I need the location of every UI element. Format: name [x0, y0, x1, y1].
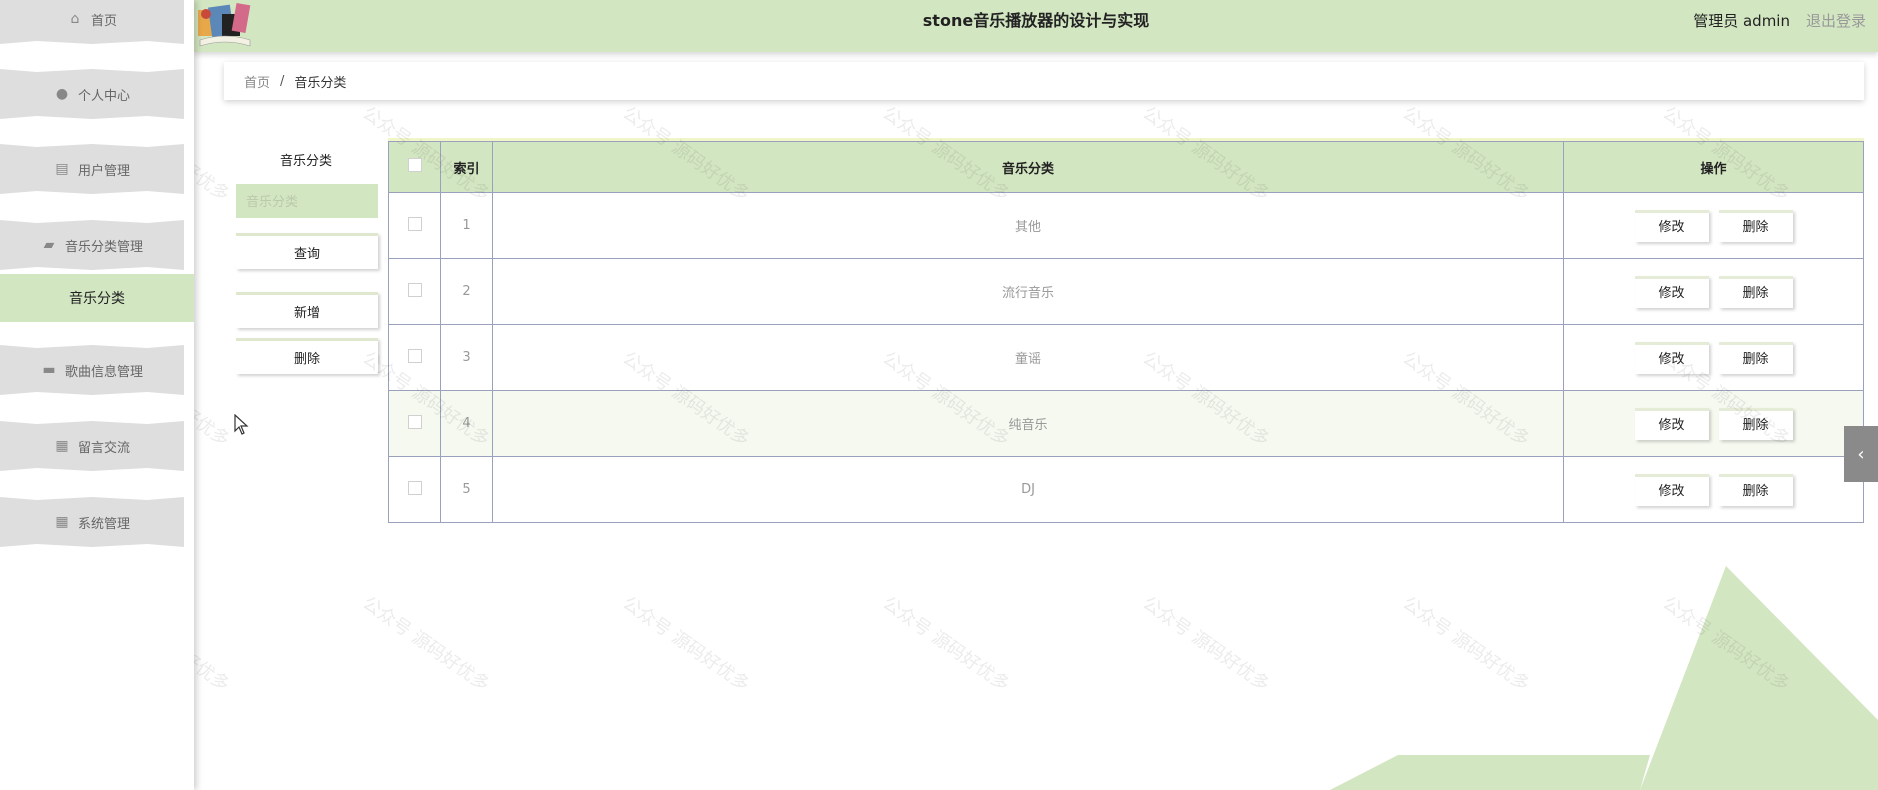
home-icon: ⌂ — [70, 11, 80, 27]
sidebar-item-label: 音乐分类管理 — [64, 239, 143, 255]
row-index: 1 — [440, 192, 493, 259]
table-row: 3 童谣 修改 删除 — [388, 324, 1864, 391]
edit-button[interactable]: 修改 — [1634, 473, 1709, 506]
row-select-cell — [388, 324, 441, 391]
row-actions: 修改 删除 — [1563, 324, 1864, 391]
sidebar-subitem-label: 音乐分类 — [69, 291, 125, 307]
row-select-cell — [388, 390, 441, 457]
row-checkbox[interactable] — [407, 414, 422, 429]
current-user: 管理员 admin — [1693, 12, 1790, 30]
sidebar-item-label: 系统管理 — [77, 516, 130, 532]
sidebar-item-user-management[interactable]: ▤ 用户管理 — [0, 144, 184, 194]
select-all-checkbox[interactable] — [407, 158, 422, 172]
delete-button[interactable]: 删除 — [1718, 473, 1793, 506]
row-actions: 修改 删除 — [1563, 258, 1864, 325]
batch-delete-button[interactable]: 删除 — [236, 338, 378, 374]
add-button[interactable]: 新增 — [236, 292, 378, 328]
sidebar-subitem-music-category[interactable]: 音乐分类 — [0, 274, 194, 322]
sidebar-item-music-category-management[interactable]: ▰ 音乐分类管理 — [0, 220, 184, 270]
table-row: 1 其他 修改 删除 — [388, 192, 1864, 259]
sidebar-item-message-board[interactable]: ▦ 留言交流 — [0, 421, 184, 471]
row-checkbox[interactable] — [407, 480, 422, 495]
breadcrumb-home[interactable]: 首页 — [244, 72, 270, 91]
grid-icon: ▦ — [55, 438, 69, 454]
category-search-input[interactable] — [236, 184, 378, 218]
row-index: 3 — [440, 324, 493, 391]
table-row: 5 DJ 修改 删除 — [388, 456, 1864, 523]
clipboard-icon: ▤ — [55, 161, 69, 177]
row-category: 其他 — [492, 192, 1564, 259]
row-checkbox[interactable] — [407, 216, 422, 231]
column-header-index: 索引 — [440, 141, 493, 193]
breadcrumb: 首页 / 音乐分类 — [224, 62, 1864, 100]
edit-button[interactable]: 修改 — [1634, 275, 1709, 308]
select-all-cell — [388, 141, 441, 193]
category-table: 索引 音乐分类 操作 1 其他 修改 删除 2 流行音乐 修改 删除 3 童谣 … — [388, 141, 1864, 523]
mouse-cursor-icon — [234, 414, 249, 435]
row-index: 5 — [440, 456, 493, 523]
row-checkbox[interactable] — [407, 348, 422, 363]
sidebar-item-label: 首页 — [90, 13, 117, 29]
delete-button[interactable]: 删除 — [1718, 209, 1793, 242]
chevron-left-icon: ‹ — [1857, 443, 1865, 465]
sidebar-item-personal-center[interactable]: ● 个人中心 — [0, 69, 184, 119]
sidebar-item-song-info-management[interactable]: ▬ 歌曲信息管理 — [0, 345, 184, 395]
message-icon: ▬ — [42, 362, 56, 378]
sidebar-item-home[interactable]: ⌂ 首页 — [0, 0, 184, 44]
column-header-actions: 操作 — [1563, 141, 1864, 193]
delete-button[interactable]: 删除 — [1718, 407, 1793, 440]
page-title: stone音乐播放器的设计与实现 — [922, 11, 1150, 30]
sidebar-item-label: 留言交流 — [77, 440, 130, 456]
grid-icon: ▦ — [55, 514, 69, 530]
sidebar-item-label: 歌曲信息管理 — [64, 364, 143, 380]
row-select-cell — [388, 192, 441, 259]
row-actions: 修改 删除 — [1563, 390, 1864, 457]
breadcrumb-separator: / — [280, 73, 285, 89]
row-index: 4 — [440, 390, 493, 457]
filter-label: 音乐分类 — [279, 154, 332, 169]
row-select-cell — [388, 456, 441, 523]
sidebar-item-system-management[interactable]: ▦ 系统管理 — [0, 497, 184, 547]
row-category: 童谣 — [492, 324, 1564, 391]
delete-button[interactable]: 删除 — [1718, 341, 1793, 374]
sidebar: ⌂ 首页 ● 个人中心 ▤ 用户管理 ▰ 音乐分类管理 音乐分类 ▬ 歌曲信息管… — [0, 0, 194, 790]
row-category: DJ — [492, 456, 1564, 523]
column-header-category: 音乐分类 — [492, 141, 1564, 193]
sidebar-item-label: 用户管理 — [77, 163, 130, 179]
table-row: 2 流行音乐 修改 删除 — [388, 258, 1864, 325]
query-button[interactable]: 查询 — [236, 233, 378, 269]
edit-button[interactable]: 修改 — [1634, 341, 1709, 374]
category-icon: ▰ — [43, 237, 55, 253]
top-header: stone音乐播放器的设计与实现 管理员 admin 退出登录 — [194, 0, 1878, 52]
row-checkbox[interactable] — [407, 282, 422, 297]
row-actions: 修改 删除 — [1563, 192, 1864, 259]
collapse-panel-button[interactable]: ‹ — [1844, 426, 1878, 482]
row-index: 2 — [440, 258, 493, 325]
edit-button[interactable]: 修改 — [1634, 209, 1709, 242]
row-category: 纯音乐 — [492, 390, 1564, 457]
category-table-container: 索引 音乐分类 操作 1 其他 修改 删除 2 流行音乐 修改 删除 3 童谣 … — [388, 138, 1864, 523]
row-category: 流行音乐 — [492, 258, 1564, 325]
row-actions: 修改 删除 — [1563, 456, 1864, 523]
row-select-cell — [388, 258, 441, 325]
table-row: 4 纯音乐 修改 删除 — [388, 390, 1864, 457]
edit-button[interactable]: 修改 — [1634, 407, 1709, 440]
breadcrumb-current: 音乐分类 — [294, 75, 347, 91]
delete-button[interactable]: 删除 — [1718, 275, 1793, 308]
logout-link[interactable]: 退出登录 — [1806, 0, 1866, 42]
user-icon: ● — [55, 86, 69, 102]
table-header-row: 索引 音乐分类 操作 — [388, 141, 1864, 193]
sidebar-item-label: 个人中心 — [77, 88, 130, 104]
